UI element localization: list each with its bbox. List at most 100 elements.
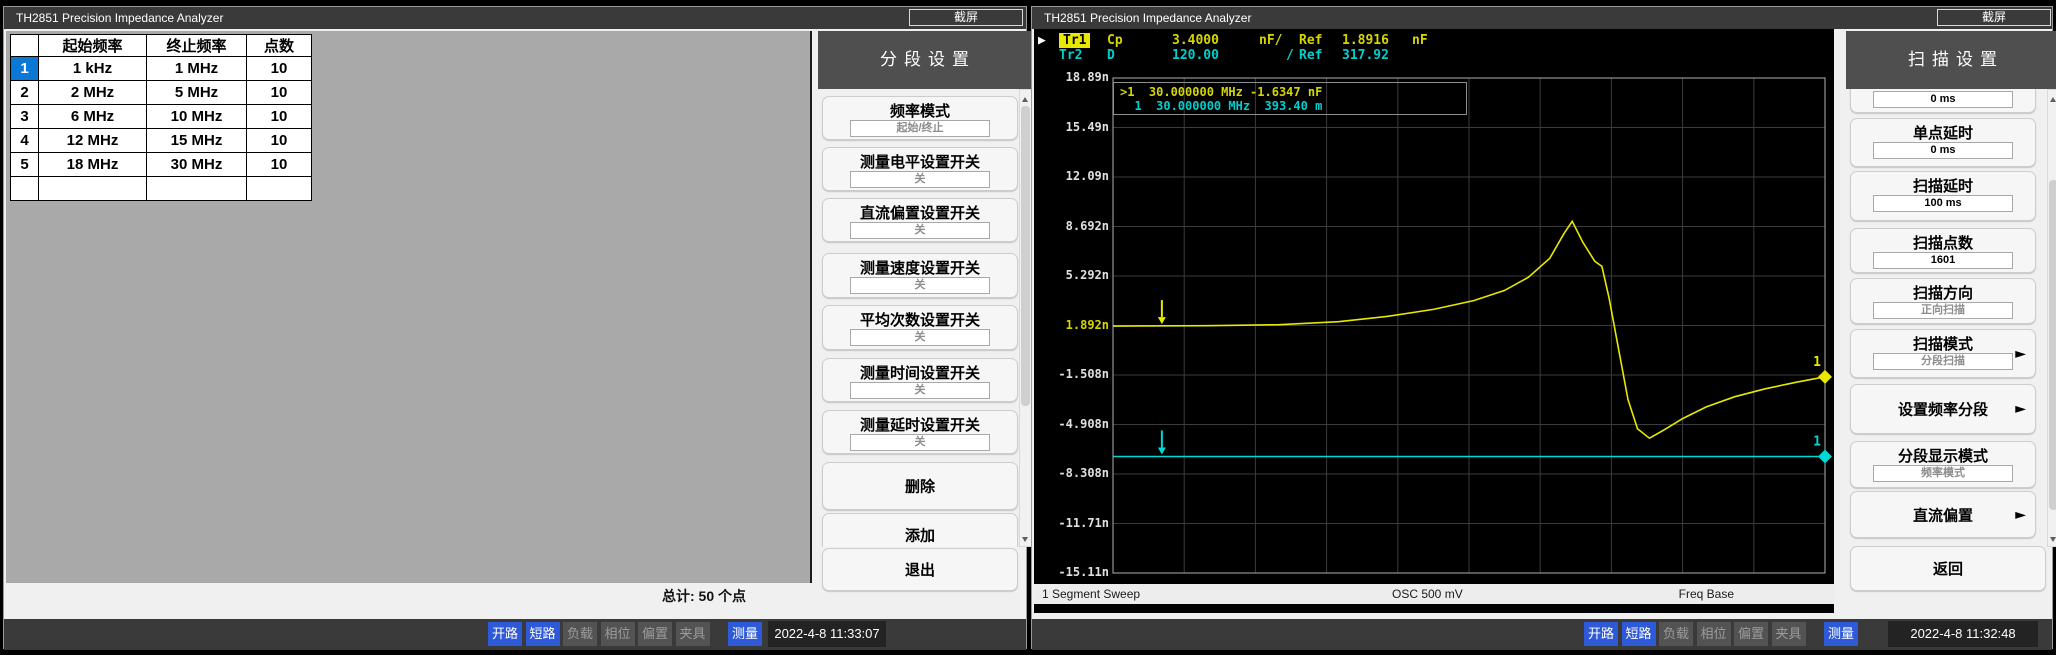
- row-number-cell[interactable]: 4: [11, 129, 39, 153]
- table-cell[interactable]: 10: [247, 57, 312, 81]
- table-row[interactable]: 11 kHz1 MHz10: [11, 57, 312, 81]
- table-cell[interactable]: 10: [247, 153, 312, 177]
- status-button[interactable]: 偏置: [1734, 622, 1768, 646]
- menu-arrow-icon: ►: [2015, 346, 2026, 362]
- table-row[interactable]: [11, 177, 312, 201]
- status-button[interactable]: 夹具: [1772, 622, 1806, 646]
- table-cell[interactable]: [247, 177, 312, 201]
- status-button[interactable]: 短路: [1622, 622, 1656, 646]
- panel-button-value: 100 ms: [1873, 195, 2013, 212]
- marker-diamond-icon[interactable]: [1818, 449, 1832, 463]
- panel-scroll-area: 0 ms单点延时0 ms扫描延时100 ms扫描点数1601扫描方向正向扫描扫描…: [1846, 89, 2047, 547]
- panel-button-value: 关: [850, 277, 990, 294]
- panel-button[interactable]: 设置频率分段►: [1850, 384, 2036, 434]
- status-button[interactable]: 短路: [526, 622, 560, 646]
- row-number-cell[interactable]: 3: [11, 105, 39, 129]
- panel-button[interactable]: 扫描模式分段扫描►: [1850, 329, 2036, 378]
- status-button[interactable]: 测量: [728, 622, 762, 646]
- scrollbar-thumb[interactable]: [1021, 106, 1030, 406]
- panel-button[interactable]: 直流偏置设置开关关: [822, 198, 1018, 242]
- scroll-down-icon[interactable]: [2048, 532, 2056, 546]
- scroll-up-icon[interactable]: [1020, 90, 1031, 104]
- panel-button[interactable]: 测量延时设置开关关: [822, 410, 1018, 454]
- row-number-cell[interactable]: 2: [11, 81, 39, 105]
- panel-button[interactable]: 扫描点数1601: [1850, 228, 2036, 273]
- status-button[interactable]: 夹具: [676, 622, 710, 646]
- table-cell[interactable]: [39, 177, 147, 201]
- return-button[interactable]: 返回: [1850, 546, 2046, 591]
- panel-button[interactable]: 删除: [822, 462, 1018, 510]
- status-button[interactable]: 负载: [563, 622, 597, 646]
- panel-button[interactable]: 测量速度设置开关关: [822, 253, 1018, 298]
- panel-button[interactable]: 测量时间设置开关关: [822, 358, 1018, 402]
- screenshot-button[interactable]: 截屏: [909, 9, 1023, 26]
- table-cell[interactable]: 10: [247, 81, 312, 105]
- y-axis-label: 5.292n: [1034, 268, 1109, 282]
- panel-button[interactable]: 平均次数设置开关关: [822, 305, 1018, 350]
- row-number-cell[interactable]: 5: [11, 153, 39, 177]
- panel-button[interactable]: 0 ms: [1850, 89, 2036, 113]
- panel-button-label: 设置频率分段: [1851, 399, 2035, 420]
- panel-button[interactable]: 频率模式起始/终止: [822, 96, 1018, 140]
- table-cell[interactable]: 30 MHz: [147, 153, 247, 177]
- status-button[interactable]: 开路: [1584, 622, 1618, 646]
- scroll-down-icon[interactable]: [1020, 532, 1031, 546]
- y-axis-label: -1.508n: [1034, 367, 1109, 381]
- marker-diamond-icon[interactable]: [1818, 370, 1832, 384]
- y-axis-label: -4.908n: [1034, 417, 1109, 431]
- legend-name: Tr2: [1059, 48, 1082, 63]
- y-axis-label: 12.09n: [1034, 169, 1109, 183]
- legend-scale-unit: /: [1286, 48, 1294, 63]
- table-cell[interactable]: 10 MHz: [147, 105, 247, 129]
- panel-button-value: 关: [850, 434, 990, 451]
- table-cell[interactable]: 2 MHz: [39, 81, 147, 105]
- status-button[interactable]: 开路: [488, 622, 522, 646]
- legend-ref-label: Ref: [1299, 48, 1322, 63]
- panel-button[interactable]: 扫描延时100 ms: [1850, 171, 2036, 221]
- exit-button[interactable]: 退出: [822, 548, 1018, 591]
- table-cell[interactable]: 12 MHz: [39, 129, 147, 153]
- status-button[interactable]: 偏置: [638, 622, 672, 646]
- table-cell[interactable]: 6 MHz: [39, 105, 147, 129]
- table-cell[interactable]: 10: [247, 105, 312, 129]
- segment-table[interactable]: 起始频率终止频率点数11 kHz1 MHz1022 MHz5 MHz1036 M…: [10, 34, 312, 201]
- panel-button[interactable]: 单点延时0 ms: [1850, 118, 2036, 167]
- panel-scrollbar[interactable]: [2047, 89, 2056, 547]
- table-cell[interactable]: 5 MHz: [147, 81, 247, 105]
- status-button[interactable]: 相位: [601, 622, 635, 646]
- panel-button-label: 删除: [823, 476, 1017, 497]
- segment-arrow-icon: [1158, 447, 1166, 454]
- status-button[interactable]: 测量: [1824, 622, 1858, 646]
- table-cell[interactable]: [147, 177, 247, 201]
- panel-button[interactable]: 添加: [822, 513, 1018, 547]
- screenshot-button[interactable]: 截屏: [1937, 9, 2051, 26]
- row-number-cell[interactable]: [11, 177, 39, 201]
- marker-readout-box: >1 30.000000 MHz -1.6347 nF 1 30.000000 …: [1113, 82, 1467, 115]
- status-button[interactable]: 负载: [1659, 622, 1693, 646]
- panel-button-value: 关: [850, 171, 990, 188]
- menu-arrow-icon: ►: [2015, 507, 2026, 523]
- table-cell[interactable]: 18 MHz: [39, 153, 147, 177]
- table-row[interactable]: 412 MHz15 MHz10: [11, 129, 312, 153]
- table-row[interactable]: 518 MHz30 MHz10: [11, 153, 312, 177]
- status-button[interactable]: 相位: [1697, 622, 1731, 646]
- table-row[interactable]: 36 MHz10 MHz10: [11, 105, 312, 129]
- scrollbar-thumb[interactable]: [2049, 180, 2056, 510]
- scroll-up-icon[interactable]: [2048, 90, 2056, 104]
- status-bar: 开路短路负载相位偏置夹具测量2022-4-8 11:32:48: [1032, 619, 2052, 650]
- table-cell[interactable]: 1 kHz: [39, 57, 147, 81]
- table-cell[interactable]: 1 MHz: [147, 57, 247, 81]
- table-cell[interactable]: 15 MHz: [147, 129, 247, 153]
- panel-button[interactable]: 直流偏置►: [1850, 491, 2036, 538]
- panel-button[interactable]: 扫描方向正向扫描: [1850, 278, 2036, 324]
- table-cell[interactable]: 10: [247, 129, 312, 153]
- table-row[interactable]: 22 MHz5 MHz10: [11, 81, 312, 105]
- panel-button-label: 扫描延时: [1851, 175, 2035, 196]
- panel-scroll-area: 频率模式起始/终止测量电平设置开关关直流偏置设置开关关测量速度设置开关关平均次数…: [818, 89, 1019, 547]
- panel-button[interactable]: 测量电平设置开关关: [822, 147, 1018, 191]
- panel-button[interactable]: 分段显示模式频率模式: [1850, 441, 2036, 488]
- legend-scale-unit: nF/: [1259, 33, 1282, 48]
- y-axis-label: -11.71n: [1034, 516, 1109, 530]
- row-number-cell[interactable]: 1: [11, 57, 39, 81]
- panel-button-value: 0 ms: [1873, 142, 2013, 159]
